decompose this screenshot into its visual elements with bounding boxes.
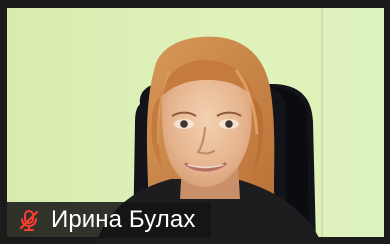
participant-name-plate: Ирина Булах bbox=[7, 202, 211, 238]
mic-muted-icon bbox=[17, 208, 41, 232]
participant-name: Ирина Булах bbox=[51, 206, 196, 233]
video-call-tile: Ирина Булах bbox=[0, 0, 390, 244]
